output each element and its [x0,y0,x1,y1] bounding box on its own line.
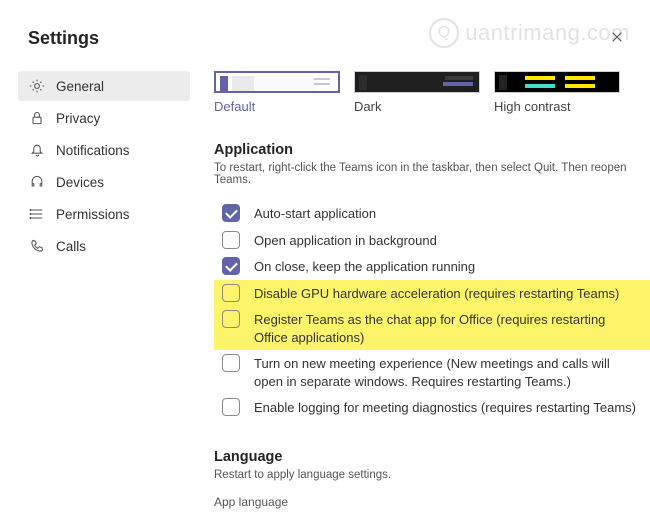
sidebar-item-label: General [56,79,104,94]
theme-dark[interactable]: Dark [354,71,480,114]
theme-high-contrast[interactable]: High contrast [494,71,620,114]
sidebar-item-devices[interactable]: Devices [18,167,190,197]
checkbox[interactable] [222,257,240,275]
sidebar-item-general[interactable]: General [18,71,190,101]
option-label: Enable logging for meeting diagnostics (… [254,398,640,417]
option-label: Register Teams as the chat app for Offic… [254,310,642,346]
option-row: Open application in background [214,227,650,254]
theme-label: Default [214,99,340,114]
language-field-label: App language [214,495,650,509]
sidebar-item-label: Permissions [56,207,130,222]
sidebar-item-calls[interactable]: Calls [18,231,190,261]
sidebar-item-label: Calls [56,239,86,254]
lock-icon [28,109,46,127]
application-options: Auto-start application Open application i… [214,200,650,421]
option-label: On close, keep the application running [254,257,479,276]
checkbox[interactable] [222,204,240,222]
option-row: Disable GPU hardware acceleration (requi… [214,280,650,307]
option-row: Enable logging for meeting diagnostics (… [214,394,650,421]
option-label: Turn on new meeting experience (New meet… [254,354,642,390]
sidebar-item-permissions[interactable]: Permissions [18,199,190,229]
language-heading: Language [214,449,650,465]
theme-thumb-high-contrast [494,71,620,93]
close-button[interactable] [608,30,626,48]
gear-icon [28,77,46,95]
theme-label: Dark [354,99,480,114]
application-subtext: To restart, right-click the Teams icon i… [214,162,650,186]
option-label: Disable GPU hardware acceleration (requi… [254,284,623,303]
page-title: Settings [0,18,650,71]
option-row: Register Teams as the chat app for Offic… [214,306,650,350]
theme-label: High contrast [494,99,620,114]
sidebar-item-privacy[interactable]: Privacy [18,103,190,133]
sidebar-item-label: Devices [56,175,104,190]
sidebar: General Privacy Notifications Devices [0,71,200,509]
checkbox[interactable] [222,310,240,328]
sidebar-item-label: Privacy [56,111,100,126]
main-panel: Default Dark High contrast Application T… [200,71,650,509]
list-icon [28,205,46,223]
phone-icon [28,237,46,255]
sidebar-item-notifications[interactable]: Notifications [18,135,190,165]
language-subtext: Restart to apply language settings. [214,469,650,481]
option-label: Open application in background [254,231,441,250]
settings-dialog: Q uantrimang.com Settings General Privac… [0,0,650,524]
option-row: On close, keep the application running [214,253,650,280]
theme-default[interactable]: Default [214,71,340,114]
theme-selector: Default Dark High contrast [214,71,650,114]
option-row: Auto-start application [214,200,650,227]
option-label: Auto-start application [254,204,380,223]
checkbox[interactable] [222,231,240,249]
sidebar-item-label: Notifications [56,143,130,158]
theme-thumb-default [214,71,340,93]
checkbox[interactable] [222,284,240,302]
checkbox[interactable] [222,398,240,416]
application-heading: Application [214,142,650,158]
content: General Privacy Notifications Devices [0,71,650,509]
checkbox[interactable] [222,354,240,372]
option-row: Turn on new meeting experience (New meet… [214,350,650,394]
theme-thumb-dark [354,71,480,93]
bell-icon [28,141,46,159]
headset-icon [28,173,46,191]
